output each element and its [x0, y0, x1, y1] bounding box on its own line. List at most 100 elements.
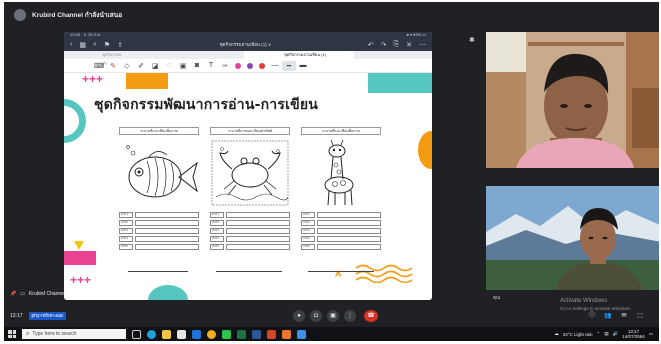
- meeting-controls: 13:17 phy-mfom-aac ● ◘ ▣ ⋮ ☎ ⓘ 👥 ✉ ⬚: [4, 307, 659, 325]
- highlighter-icon[interactable]: ✐: [134, 61, 148, 71]
- line-label: คำที่ 4: [210, 236, 224, 242]
- shapes-icon[interactable]: ◪: [148, 61, 162, 71]
- camera-toggle-icon[interactable]: ◘: [310, 310, 322, 322]
- back-icon[interactable]: ‹: [70, 41, 72, 48]
- panel-heading: ระบายสีภาพและเขียนคำศัพท์: [210, 127, 290, 135]
- worksheet-panel-1: ระบายสีและเขียนชื่อภาพ คำที่ 1 คำที่ 2 ค…: [119, 127, 199, 257]
- undo-icon[interactable]: ↶: [368, 41, 374, 49]
- tablet-tab-bar: ชุดกิจกรรม (1) ชุดกิจกรรมอ่านเขียน (1): [64, 51, 432, 65]
- pink-block: [64, 251, 96, 265]
- keyboard-icon[interactable]: ⌨: [92, 61, 106, 71]
- line-label: คำที่ 2: [210, 220, 224, 226]
- people-icon[interactable]: 👥: [602, 310, 614, 322]
- info-icon[interactable]: ⓘ: [586, 310, 598, 322]
- medium-stroke-icon[interactable]: ━: [282, 60, 296, 71]
- pen-icon[interactable]: ✎: [106, 61, 120, 71]
- color-red[interactable]: [259, 62, 265, 69]
- presenter-video[interactable]: [486, 32, 659, 168]
- signature-line: [128, 269, 188, 272]
- redo-icon[interactable]: ↷: [381, 41, 387, 49]
- answer-line: [226, 228, 290, 234]
- answer-line: [317, 244, 381, 250]
- thick-stroke-icon[interactable]: ▬: [296, 61, 310, 71]
- volume-icon[interactable]: 🔊: [613, 331, 619, 337]
- laser-pointer-icon[interactable]: ✑: [218, 61, 232, 71]
- clock-date: 14/07/2564: [622, 334, 645, 339]
- pinned-name: Krubird Channel: [28, 291, 66, 297]
- signature-line: [216, 269, 282, 272]
- text-icon[interactable]: T: [204, 61, 218, 71]
- color-purple[interactable]: [247, 62, 253, 69]
- tablet-status-left: 12:45 · จ. 25 ก.ค.: [70, 32, 102, 37]
- line-label: คำที่ 5: [119, 244, 133, 250]
- weather-icon[interactable]: ☁: [554, 331, 559, 337]
- more-icon[interactable]: ⋯: [419, 41, 426, 49]
- thin-stroke-icon[interactable]: —: [268, 61, 282, 71]
- mail-icon[interactable]: [192, 329, 201, 339]
- watermark-line-1: Activate Windows: [560, 298, 608, 304]
- search-icon[interactable]: ⌕: [93, 41, 97, 49]
- eraser-icon[interactable]: ◇: [120, 61, 134, 71]
- excel-icon[interactable]: [237, 329, 246, 339]
- end-call-icon[interactable]: ☎: [364, 310, 378, 322]
- worksheet-title: ชุดกิจกรรมพัฒนาการอ่าน-การเขียน: [94, 97, 319, 113]
- system-tray: ☁ 33°C Light rain ⌃ ▤ 🔊 13:17 14/07/2564…: [554, 329, 653, 339]
- tab-document-2[interactable]: ชุดกิจกรรมอ่านเขียน (1): [244, 51, 354, 59]
- pin-icon-top[interactable]: ✱: [469, 36, 475, 44]
- color-pink[interactable]: [235, 62, 241, 69]
- pin-icon[interactable]: 📌: [10, 291, 16, 297]
- self-name-tag: คุณ: [493, 295, 501, 300]
- network-icon[interactable]: ▤: [604, 331, 608, 337]
- image-icon[interactable]: ▣: [176, 61, 190, 71]
- tray-overflow-icon[interactable]: ⌃: [597, 331, 601, 337]
- lasso-icon[interactable]: ◌: [162, 61, 176, 71]
- line-label: คำที่ 5: [301, 244, 315, 250]
- line-app-icon[interactable]: [222, 329, 231, 339]
- activities-icon[interactable]: ⬚: [634, 310, 646, 322]
- presenter-bar: Krubird Channel กำลังนำเสนอ: [4, 2, 659, 28]
- tablet-nav-bar: ‹ ▦ ⌕ ⚑ ⇪ ชุดกิจกรรมอ่านเขียน (1) ∨ ↶ ↷ …: [64, 38, 432, 51]
- zoom-icon[interactable]: [297, 329, 306, 339]
- photos-icon[interactable]: [282, 329, 291, 339]
- edge-icon[interactable]: [147, 329, 156, 339]
- clock[interactable]: 13:17 14/07/2564: [622, 329, 645, 339]
- taskbar-search-input[interactable]: ⌕ Type here to search: [22, 329, 126, 339]
- worksheet-panel-2: ระบายสีภาพและเขียนคำศัพท์ คำที่ 1 คำที่: [210, 127, 290, 257]
- share-icon[interactable]: ⇪: [117, 41, 123, 49]
- worksheet-panel-3: ระบายสีและเขียนชื่อภาพ คำที่ 1 คำที่ 2 ค…: [301, 127, 381, 257]
- answer-line: [135, 228, 199, 234]
- line-label: คำที่ 5: [210, 244, 224, 250]
- more-options-icon[interactable]: ⋮: [344, 310, 356, 322]
- microphone-icon[interactable]: ●: [293, 310, 305, 322]
- line-label: คำที่ 2: [119, 220, 133, 226]
- teal-circle-left: [64, 99, 86, 143]
- powerpoint-icon[interactable]: [267, 329, 276, 339]
- grid-icon[interactable]: ▦: [79, 41, 86, 49]
- present-screen-icon[interactable]: ▣: [327, 310, 339, 322]
- tab-document-1[interactable]: ชุดกิจกรรม (1): [64, 51, 124, 65]
- task-view-icon[interactable]: [132, 329, 141, 339]
- word-icon[interactable]: [252, 329, 261, 339]
- bookmark-icon[interactable]: ⚑: [104, 41, 110, 49]
- answer-line: [317, 228, 381, 234]
- line-label: คำที่ 3: [210, 228, 224, 234]
- file-explorer-icon[interactable]: [162, 329, 171, 339]
- notifications-icon[interactable]: ▭: [649, 331, 653, 337]
- close-icon[interactable]: ✕: [406, 41, 412, 49]
- chat-icon[interactable]: ✉: [618, 310, 630, 322]
- chrome-icon[interactable]: [207, 329, 216, 339]
- line-label: คำที่ 3: [119, 228, 133, 234]
- meeting-code[interactable]: phy-mfom-aac: [28, 312, 67, 320]
- document-title[interactable]: ชุดกิจกรรมอ่านเขียน (1) ∨: [130, 41, 361, 48]
- camera-icon[interactable]: ◙: [190, 61, 204, 71]
- windows-start-icon[interactable]: [8, 330, 16, 338]
- weather-text[interactable]: 33°C Light rain: [563, 332, 593, 337]
- answer-line: [226, 212, 290, 218]
- panel-heading: ระบายสีและเขียนชื่อภาพ: [119, 127, 199, 135]
- export-icon[interactable]: ⎘: [394, 41, 400, 49]
- store-icon[interactable]: [177, 329, 186, 339]
- self-video[interactable]: [486, 186, 659, 290]
- windows-taskbar: ⌕ Type here to search ☁ 33°C Light rain …: [4, 327, 659, 341]
- worksheet-page: +++ +++ ✕ ชุดกิจกรรมพัฒนาการอ่าน-การเขีย…: [64, 73, 432, 300]
- orange-block: [126, 73, 168, 89]
